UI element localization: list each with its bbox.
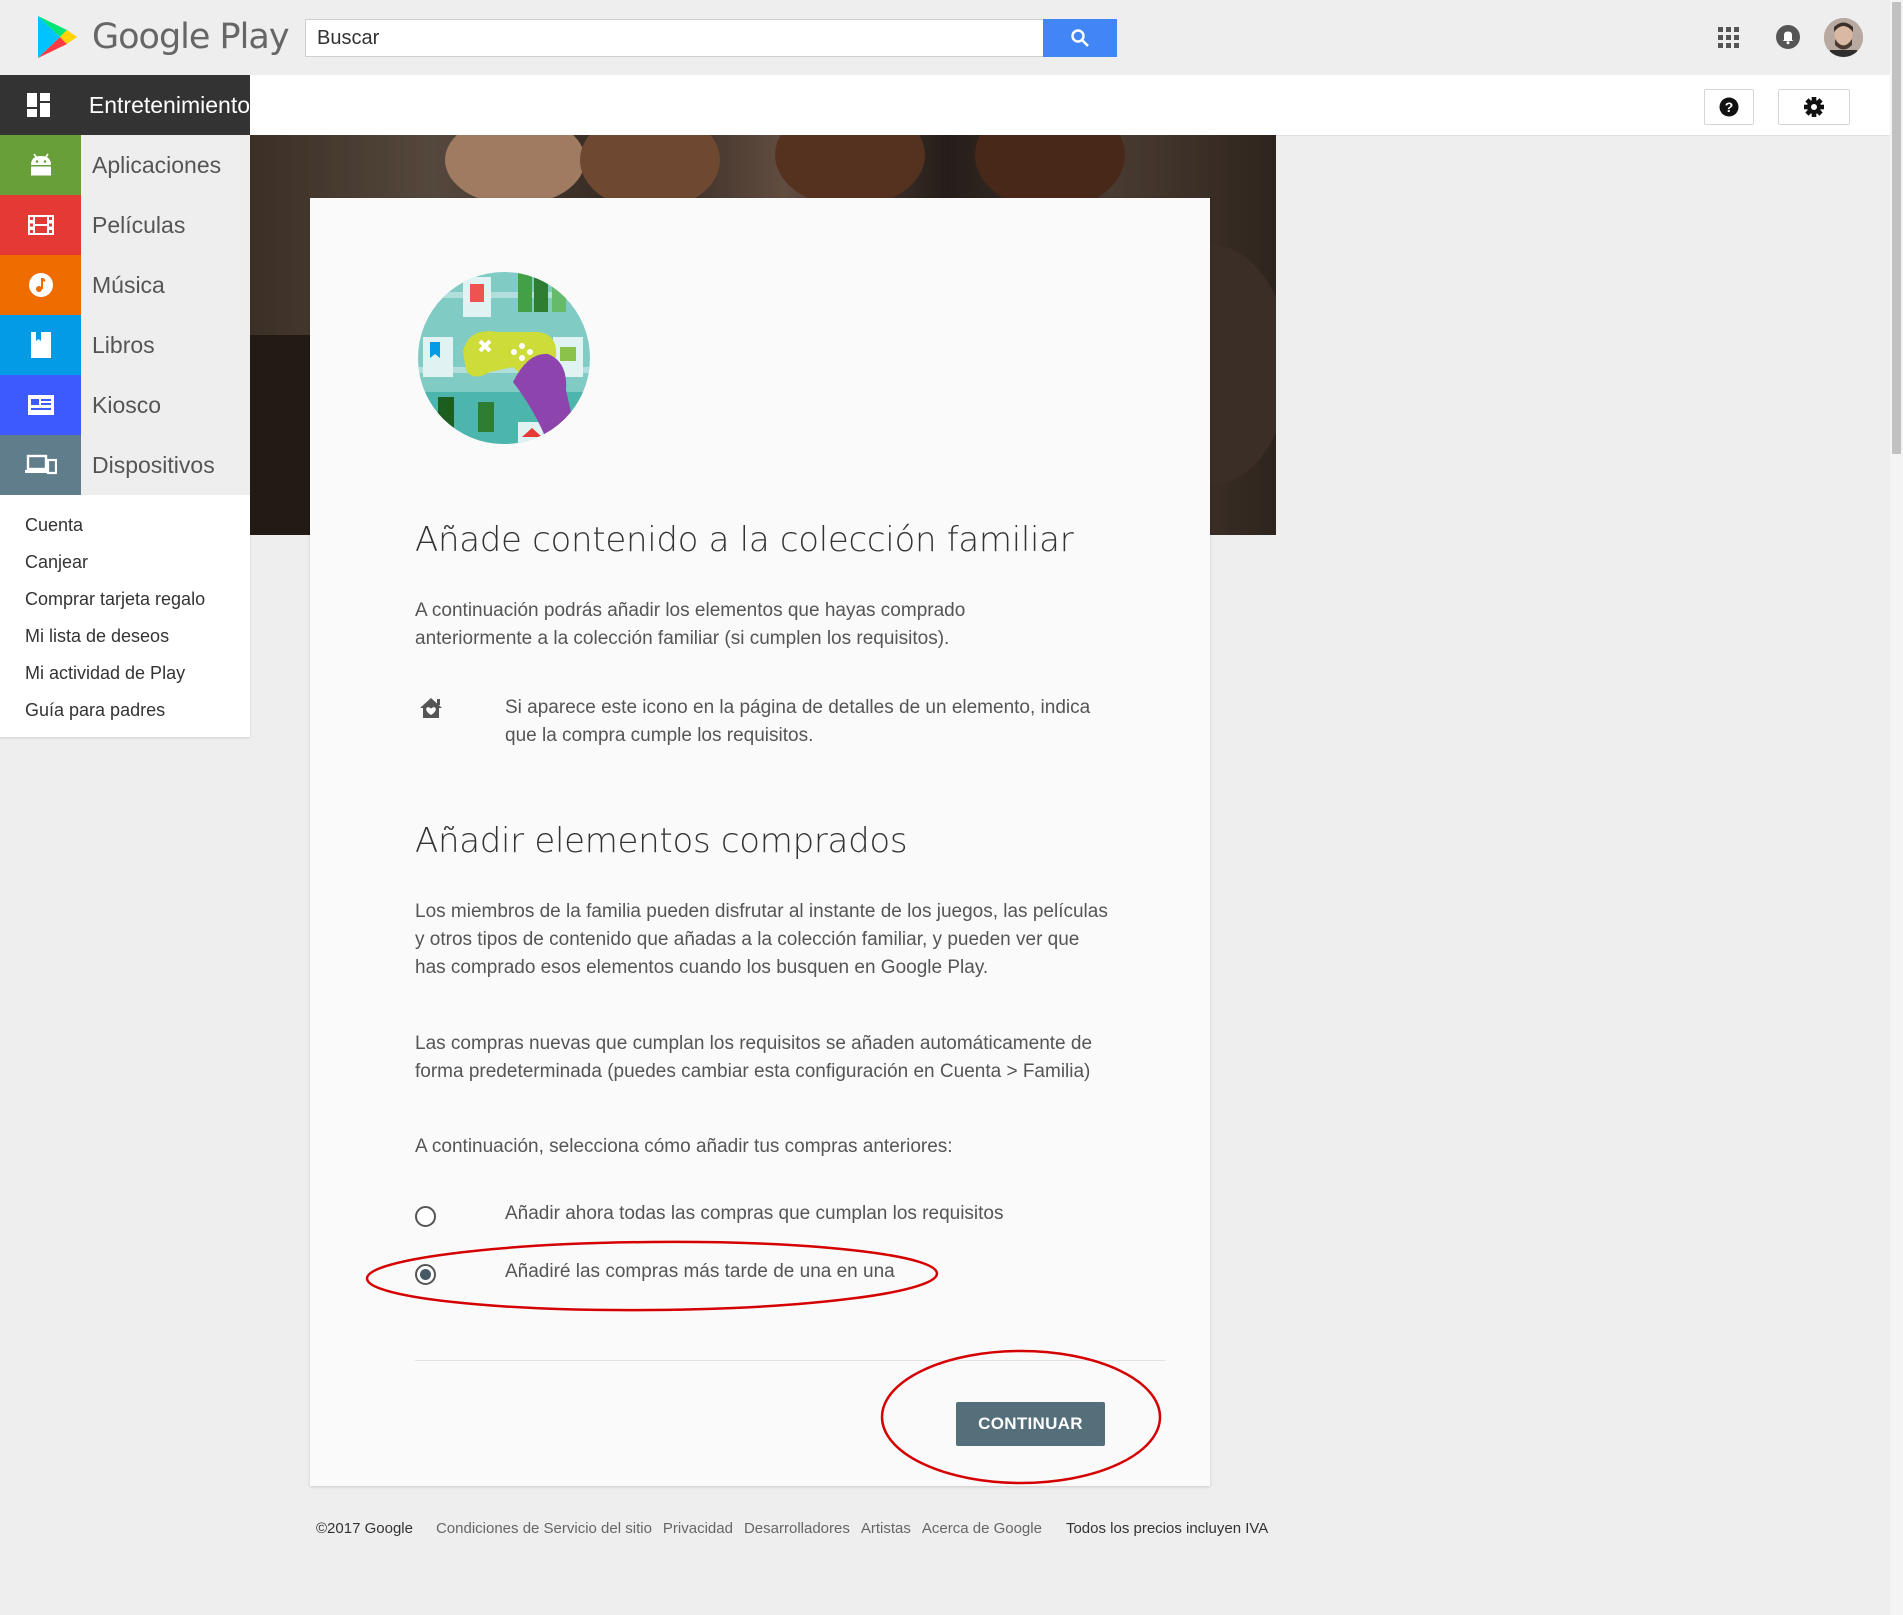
- settings-button[interactable]: [1778, 89, 1850, 125]
- footer-vat-note: Todos los precios incluyen IVA: [1065, 1520, 1269, 1537]
- footer-link-terms[interactable]: Condiciones de Servicio del sitio: [436, 1520, 652, 1537]
- help-icon: ?: [1719, 97, 1739, 117]
- nav-item-movies[interactable]: Películas: [0, 195, 250, 255]
- grid-icon: [26, 93, 50, 117]
- top-bar: Google Play: [0, 0, 1903, 75]
- nav-label: Aplicaciones: [81, 135, 250, 195]
- scrollbar-thumb[interactable]: [1892, 2, 1901, 454]
- svg-text:?: ?: [1725, 99, 1734, 115]
- user-avatar[interactable]: [1824, 18, 1863, 57]
- devices-icon: [24, 454, 57, 475]
- family-library-icon: [420, 698, 442, 718]
- play-logo-icon: [38, 16, 77, 58]
- radio-button[interactable]: [415, 1206, 436, 1227]
- book-icon: [30, 332, 51, 358]
- link-account[interactable]: Cuenta: [0, 507, 250, 544]
- nav-item-books[interactable]: Libros: [0, 315, 250, 375]
- nav-label: Música: [81, 255, 250, 315]
- link-parent-guide[interactable]: Guía para padres: [0, 692, 250, 729]
- option-add-all-now[interactable]: Añadir ahora todas las compras que cumpl…: [415, 1203, 1004, 1227]
- footer-link-developers[interactable]: Desarrolladores: [744, 1520, 850, 1537]
- nav-item-music[interactable]: Música: [0, 255, 250, 315]
- nav-item-devices[interactable]: Dispositivos: [0, 435, 250, 495]
- apps-grid-icon[interactable]: [1718, 27, 1740, 49]
- nav-item-entertainment[interactable]: Entretenimiento: [0, 75, 250, 135]
- page-scrollbar[interactable]: [1890, 0, 1903, 1615]
- secondary-toolbar: ?: [250, 75, 1890, 136]
- nav-label: Películas: [81, 195, 250, 255]
- nav-label: Entretenimiento: [77, 75, 250, 135]
- section-title: Añadir elementos comprados: [415, 821, 908, 861]
- music-icon: [28, 273, 53, 297]
- nav-label: Dispositivos: [81, 435, 250, 495]
- account-links: Cuenta Canjear Comprar tarjeta regalo Mi…: [0, 495, 250, 737]
- radio-label: Añadiré las compras más tarde de una en …: [505, 1261, 895, 1282]
- option-add-later[interactable]: Añadiré las compras más tarde de una en …: [415, 1261, 895, 1285]
- brand-name: Google Play: [92, 17, 290, 57]
- footer-link-artists[interactable]: Artistas: [861, 1520, 911, 1537]
- gear-icon: [1804, 97, 1824, 117]
- notifications-icon[interactable]: [1775, 24, 1801, 50]
- help-button[interactable]: ?: [1704, 89, 1754, 125]
- radio-button-selected[interactable]: [415, 1264, 436, 1285]
- icon-explanation-text: Si aparece este icono en la página de de…: [505, 697, 1091, 746]
- search-input[interactable]: [305, 19, 1043, 57]
- nav-item-apps[interactable]: Aplicaciones: [0, 135, 250, 195]
- page-title: Añade contenido a la colección familiar: [415, 520, 1074, 560]
- android-icon: [30, 153, 51, 176]
- nav-item-newsstand[interactable]: Kiosco: [0, 375, 250, 435]
- footer-link-privacy[interactable]: Privacidad: [663, 1520, 733, 1537]
- family-library-card: Añade contenido a la colección familiar …: [310, 198, 1210, 1486]
- link-buy-gift-card[interactable]: Comprar tarjeta regalo: [0, 581, 250, 618]
- intro-text: A continuación podrás añadir los element…: [415, 600, 966, 649]
- new-purchases-text: Las compras nuevas que cumplan los requi…: [415, 1033, 1093, 1082]
- film-icon: [27, 215, 54, 235]
- search-icon: [1071, 29, 1089, 47]
- left-navigation: Entretenimiento Aplicaciones Películas M…: [0, 75, 250, 737]
- footer: ©2017 Google Condiciones de Servicio del…: [316, 1520, 1268, 1537]
- select-option-text: A continuación, selecciona cómo añadir t…: [415, 1136, 953, 1157]
- family-library-illustration: [418, 272, 590, 444]
- search-bar: [305, 19, 1117, 57]
- link-wishlist[interactable]: Mi lista de deseos: [0, 618, 250, 655]
- nav-label: Libros: [81, 315, 250, 375]
- family-members-text: Los miembros de la familia pueden disfru…: [415, 901, 1108, 978]
- google-play-logo[interactable]: Google Play: [36, 14, 290, 60]
- avatar-image: [1824, 18, 1863, 57]
- divider: [415, 1360, 1165, 1361]
- nav-label: Kiosco: [81, 375, 250, 435]
- radio-label: Añadir ahora todas las compras que cumpl…: [505, 1203, 1004, 1224]
- continue-button[interactable]: CONTINUAR: [956, 1402, 1105, 1446]
- search-button[interactable]: [1043, 19, 1117, 57]
- newsstand-icon: [27, 395, 54, 415]
- link-redeem[interactable]: Canjear: [0, 544, 250, 581]
- link-play-activity[interactable]: Mi actividad de Play: [0, 655, 250, 692]
- footer-copyright: ©2017 Google: [316, 1520, 413, 1537]
- footer-link-about[interactable]: Acerca de Google: [922, 1520, 1042, 1537]
